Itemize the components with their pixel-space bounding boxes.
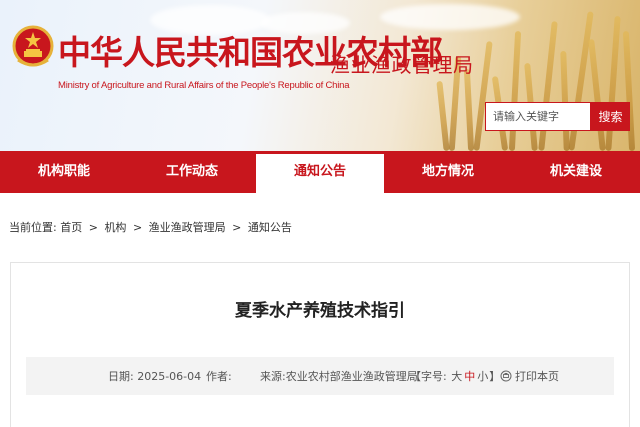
ministry-title-en: Ministry of Agriculture and Rural Affair… <box>58 80 350 91</box>
article-title: 夏季水产养殖技术指引 <box>235 301 405 321</box>
search-input[interactable] <box>485 102 591 131</box>
nav-item-party-building[interactable]: 机关建设 <box>512 151 640 193</box>
font-size-switcher: 【字号: 大中小】 <box>410 370 501 383</box>
breadcrumb: 当前位置: 首页 > 机构 > 渔业渔政管理局 > 通知公告 <box>9 219 292 235</box>
nav-item-notices[interactable]: 通知公告 <box>256 151 384 193</box>
breadcrumb-fisheries-bureau[interactable]: 渔业渔政管理局 <box>149 221 226 234</box>
article-panel <box>10 262 630 427</box>
site-header: 中华人民共和国农业农村部 Ministry of Agriculture and… <box>0 0 640 151</box>
font-size-small[interactable]: 小 <box>477 370 488 383</box>
search-button[interactable]: 搜索 <box>591 102 630 131</box>
breadcrumb-separator: > <box>232 221 242 234</box>
font-size-medium[interactable]: 中 <box>464 370 475 383</box>
nav-item-local-affairs[interactable]: 地方情况 <box>384 151 512 193</box>
department-name: 渔业渔政管理局 <box>330 53 474 77</box>
article-author: 作者: <box>206 370 232 383</box>
nav-item-functions[interactable]: 机构职能 <box>0 151 128 193</box>
article-meta-bar: 日期: 2025-06-04 作者: 来源:农业农村部渔业渔政管理局 【字号: … <box>26 357 614 395</box>
article-source: 来源:农业农村部渔业渔政管理局 <box>260 370 418 383</box>
breadcrumb-separator: > <box>88 221 98 234</box>
print-page-link[interactable]: 打印本页 <box>500 368 559 384</box>
nav-item-work-updates[interactable]: 工作动态 <box>128 151 256 193</box>
breadcrumb-home[interactable]: 首页 <box>60 221 82 234</box>
breadcrumb-organization[interactable]: 机构 <box>104 221 126 234</box>
breadcrumb-separator: > <box>132 221 143 234</box>
breadcrumb-prefix: 当前位置: <box>9 221 57 234</box>
breadcrumb-notices[interactable]: 通知公告 <box>248 221 292 234</box>
main-nav: 机构职能 工作动态 通知公告 地方情况 机关建设 <box>0 151 640 193</box>
print-icon <box>500 370 512 382</box>
font-size-large[interactable]: 大 <box>451 370 462 383</box>
national-emblem-icon[interactable] <box>12 24 54 70</box>
article-date: 日期: 2025-06-04 <box>108 370 202 383</box>
